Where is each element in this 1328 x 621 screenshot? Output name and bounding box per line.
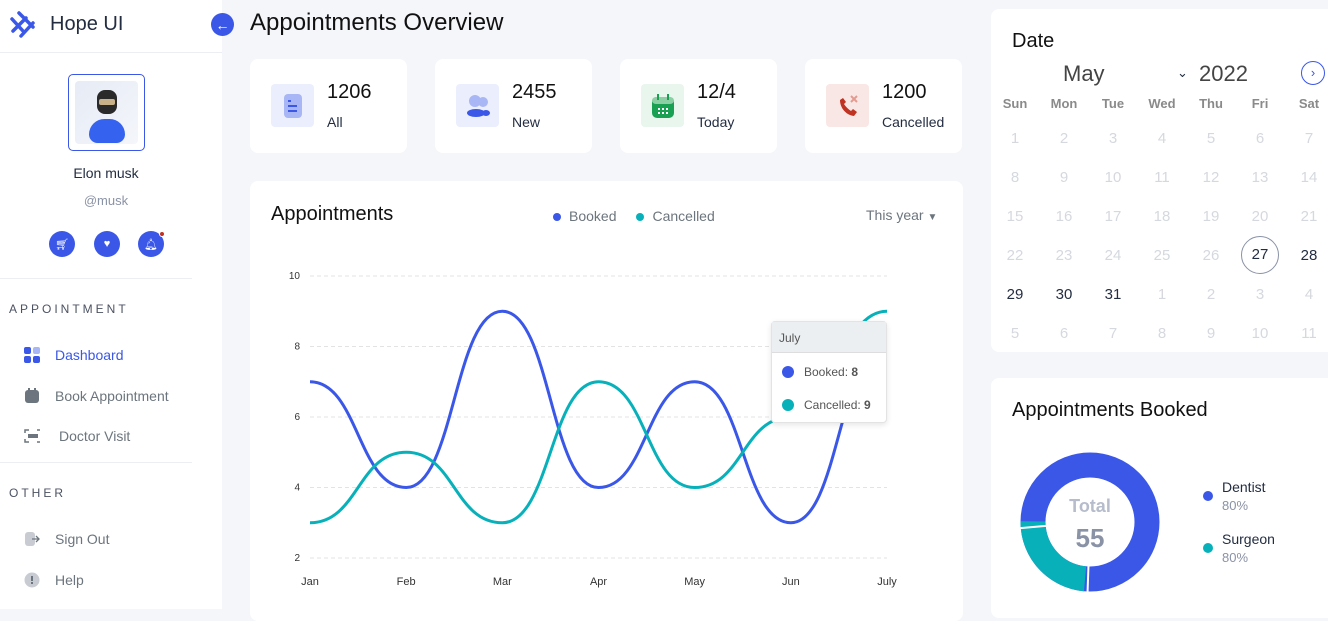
calendar-day[interactable]: 13	[1240, 169, 1280, 186]
weekday-label: Thu	[1199, 96, 1223, 111]
chevron-right-icon: ›	[1310, 65, 1316, 80]
calendar-day[interactable]: 2	[1191, 286, 1231, 303]
weekday-label: Sun	[1002, 96, 1028, 111]
calendar-day[interactable]: 19	[1191, 208, 1231, 225]
weekday-label: Wed	[1148, 96, 1176, 111]
calendar-title: Date	[1012, 30, 1055, 52]
weekday-label: Fri	[1251, 96, 1269, 111]
calendar-day[interactable]: 11	[1289, 325, 1328, 342]
calendar-day[interactable]: 6	[1044, 325, 1084, 342]
calendar-day[interactable]: 1	[1142, 286, 1182, 303]
x-tick-label: Jan	[301, 576, 319, 588]
calendar-day[interactable]: 6	[1240, 130, 1280, 147]
tooltip-title: July	[772, 322, 886, 353]
x-tick-label: May	[684, 576, 705, 588]
month-select[interactable]: May	[1063, 61, 1105, 87]
calendar-day[interactable]: 10	[1093, 169, 1133, 186]
calendar-day[interactable]: 31	[1093, 286, 1133, 303]
calendar-day[interactable]: 9	[1044, 169, 1084, 186]
calendar-day[interactable]: 3	[1093, 130, 1133, 147]
chevron-down-icon: ⌄	[1177, 65, 1188, 80]
calendar-day[interactable]: 1	[995, 130, 1035, 147]
calendar-day[interactable]: 7	[1289, 130, 1328, 147]
y-tick-label: 6	[294, 412, 300, 423]
calendar-day[interactable]: 2	[1044, 130, 1084, 147]
calendar-day[interactable]: 26	[1191, 247, 1231, 264]
calendar-day[interactable]: 12	[1191, 169, 1231, 186]
next-month-button[interactable]: ›	[1301, 61, 1325, 85]
x-tick-label: July	[877, 576, 897, 588]
calendar-day[interactable]: 21	[1289, 208, 1328, 225]
legend-dentist: Dentist 80%	[1203, 479, 1266, 513]
x-tick-label: Feb	[397, 576, 416, 588]
calendar-day[interactable]: 8	[1142, 325, 1182, 342]
calendar-day[interactable]: 16	[1044, 208, 1084, 225]
calendar-day[interactable]: 4	[1289, 286, 1328, 303]
calendar-day[interactable]: 23	[1044, 247, 1084, 264]
calendar-day[interactable]: 25	[1142, 247, 1182, 264]
donut-total-value: 55	[1075, 523, 1105, 553]
calendar-day[interactable]: 5	[1191, 130, 1231, 147]
calendar-day[interactable]: 9	[1191, 325, 1231, 342]
calendar-card: Date May ⌄ 2022 › Sun Mon Tue Wed Thu Fri Sat 1…	[991, 9, 1328, 352]
booked-title: Appointments Booked	[1012, 399, 1208, 421]
calendar-day[interactable]: 3	[1240, 286, 1280, 303]
calendar-day[interactable]: 10	[1240, 325, 1280, 342]
calendar-day[interactable]: 17	[1093, 208, 1133, 225]
weekday-label: Mon	[1050, 96, 1078, 111]
calendar-day[interactable]: 29	[995, 286, 1035, 303]
calendar-day[interactable]: 30	[1044, 286, 1084, 303]
calendar-day[interactable]: 18	[1142, 208, 1182, 225]
y-tick-label: 8	[294, 342, 300, 353]
calendar-day[interactable]: 24	[1093, 247, 1133, 264]
appointments-booked-card: Appointments Booked Total 55 Dentist 80% S…	[991, 378, 1328, 618]
weekday-label: Sat	[1298, 96, 1320, 111]
y-tick-label: 10	[289, 271, 301, 282]
weekday-label: Tue	[1101, 96, 1125, 111]
calendar-day[interactable]: 22	[995, 247, 1035, 264]
year-select[interactable]: 2022	[1199, 61, 1248, 87]
calendar-day[interactable]: 5	[995, 325, 1035, 342]
calendar-day[interactable]: 8	[995, 169, 1035, 186]
calendar-day[interactable]: 7	[1093, 325, 1133, 342]
legend-surgeon: Surgeon 80%	[1203, 531, 1275, 565]
y-tick-label: 4	[294, 483, 300, 494]
calendar-day[interactable]: 15	[995, 208, 1035, 225]
y-tick-label: 2	[294, 553, 300, 564]
x-tick-label: Apr	[590, 576, 607, 588]
calendar-day[interactable]: 28	[1289, 247, 1328, 264]
calendar-day[interactable]: 20	[1240, 208, 1280, 225]
donut-total-label: Total	[1069, 496, 1111, 516]
calendar-day-selected[interactable]: 27	[1241, 236, 1279, 274]
calendar-day[interactable]: 14	[1289, 169, 1328, 186]
chart-tooltip: July Booked: 8 Cancelled: 9	[771, 321, 887, 423]
x-tick-label: Mar	[493, 576, 512, 588]
donut-chart	[1020, 452, 1160, 592]
calendar-day[interactable]: 11	[1142, 169, 1182, 186]
x-tick-label: Jun	[782, 576, 800, 588]
calendar-day[interactable]: 4	[1142, 130, 1182, 147]
